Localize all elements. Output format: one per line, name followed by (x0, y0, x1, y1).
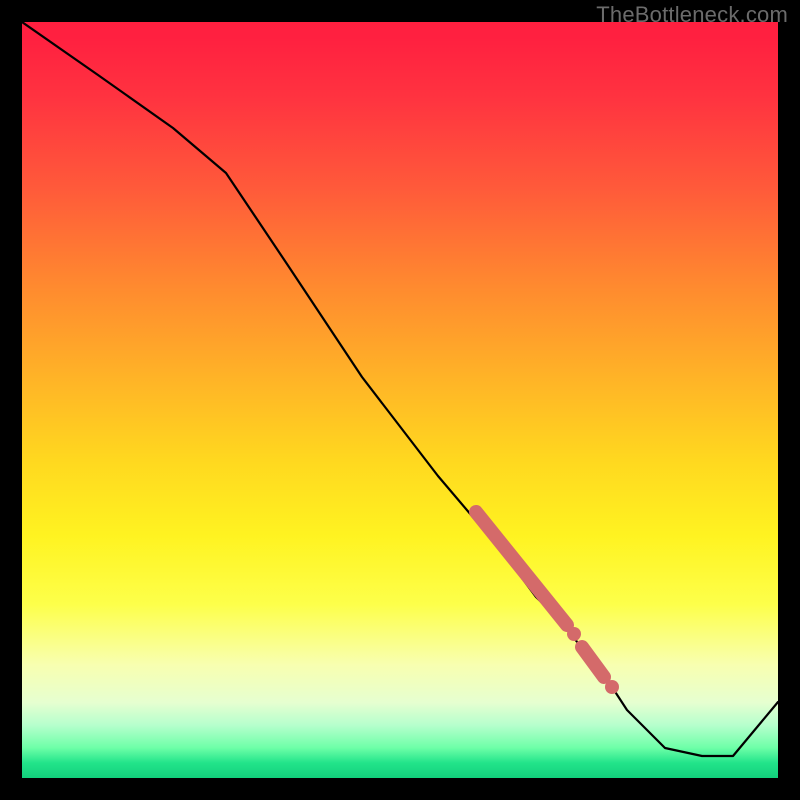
plot-area (22, 22, 778, 778)
highlight-band-small (582, 647, 604, 677)
highlight-dot-2 (605, 680, 619, 694)
chart-stage: TheBottleneck.com (0, 0, 800, 800)
chart-svg (22, 22, 778, 778)
bottleneck-curve (22, 22, 778, 756)
highlight-band-main (476, 512, 567, 625)
highlight-dot-1 (567, 627, 581, 641)
